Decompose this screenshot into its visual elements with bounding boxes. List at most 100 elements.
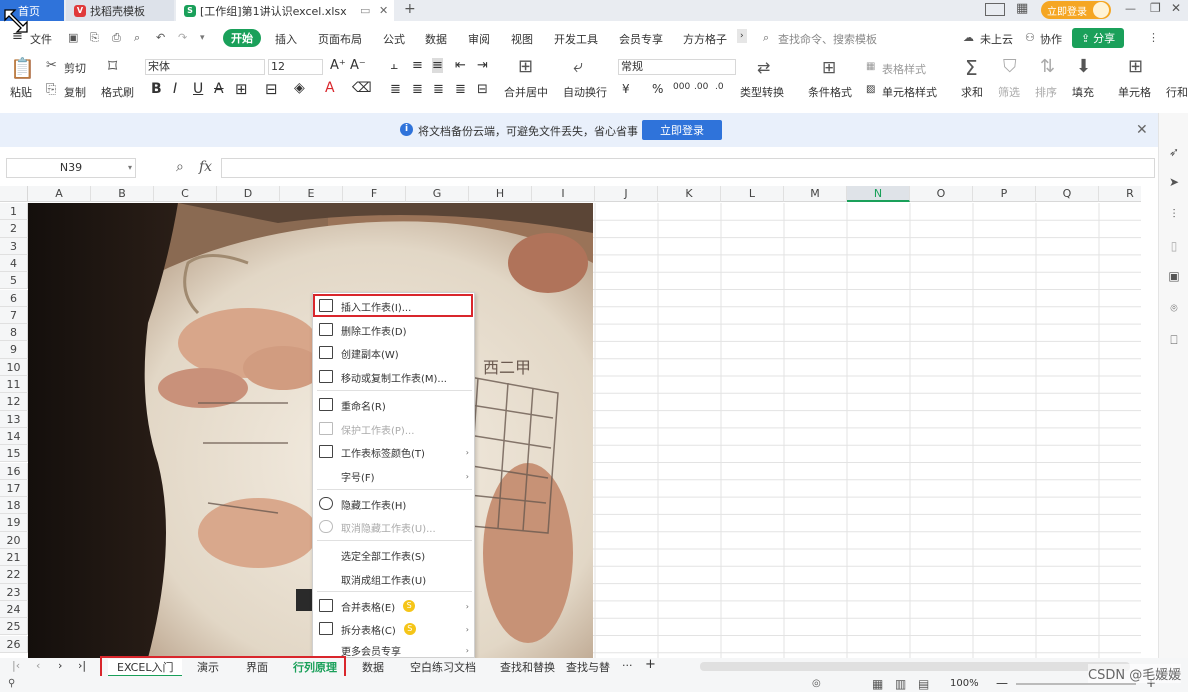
italic-icon[interactable]: I bbox=[173, 81, 177, 97]
thousands-icon[interactable]: 000 bbox=[673, 82, 690, 92]
row-header[interactable]: 21 bbox=[0, 549, 28, 567]
row-header[interactable]: 25 bbox=[0, 618, 28, 636]
bookmark-icon[interactable]: ▯ bbox=[1167, 239, 1181, 253]
row-header[interactable]: 9 bbox=[0, 341, 28, 359]
row-header[interactable]: 14 bbox=[0, 427, 28, 446]
menu-split-table[interactable]: 拆分表格(C) S › bbox=[313, 618, 474, 640]
underline-icon[interactable]: U bbox=[193, 81, 203, 97]
align-right-icon[interactable]: ≣ bbox=[433, 82, 444, 97]
menu-move-copy[interactable]: 移动或复制工作表(M)... bbox=[313, 366, 474, 388]
fill-style-icon[interactable]: ⊟ bbox=[265, 80, 278, 98]
banner-login-button[interactable]: 立即登录 bbox=[642, 120, 722, 140]
bold-icon[interactable]: B bbox=[151, 81, 162, 97]
sort-button[interactable]: 排序 bbox=[1035, 84, 1057, 100]
column-header[interactable]: M bbox=[784, 186, 847, 202]
column-header[interactable]: A bbox=[28, 186, 91, 202]
menu-protect-sheet[interactable]: 保护工作表(P)... bbox=[313, 418, 474, 440]
login-button[interactable]: 立即登录 bbox=[1041, 1, 1111, 19]
column-header[interactable]: N bbox=[847, 186, 910, 202]
share-button[interactable]: ⇪ 分享 bbox=[1072, 28, 1124, 48]
paste-button[interactable]: 粘贴 bbox=[10, 84, 32, 100]
menu-tab-color[interactable]: 工作表标签颜色(T) › bbox=[313, 441, 474, 463]
cloud-status[interactable]: 未上云 bbox=[980, 31, 1013, 47]
fill-color-icon[interactable]: ◈ bbox=[294, 80, 305, 96]
filter-button[interactable]: 筛选 bbox=[998, 84, 1020, 100]
type-convert-button[interactable]: 类型转换 bbox=[740, 84, 784, 100]
row-header[interactable]: 22 bbox=[0, 566, 28, 584]
embedded-photo[interactable]: 西二甲 bbox=[28, 203, 593, 658]
location-icon[interactable]: ⌾ bbox=[1167, 301, 1181, 315]
sheet-tab-practice[interactable]: 空白练习文档 bbox=[410, 659, 476, 675]
next-sheet-icon[interactable]: › bbox=[58, 659, 62, 672]
image-icon[interactable]: ▣ bbox=[1167, 269, 1181, 283]
row-header[interactable]: 16 bbox=[0, 462, 28, 480]
column-header[interactable]: P bbox=[973, 186, 1036, 202]
align-bottom-icon[interactable]: ≡ bbox=[432, 58, 443, 73]
zoom-level[interactable]: 100% bbox=[950, 678, 979, 689]
menu-unhide-sheet[interactable]: 取消隐藏工作表(U)... bbox=[313, 516, 474, 538]
copy-button[interactable]: 复制 bbox=[64, 84, 86, 100]
hamburger-icon[interactable]: ≡ bbox=[12, 29, 23, 44]
more-sheets-button[interactable]: ··· bbox=[622, 659, 633, 672]
column-header[interactable]: R bbox=[1099, 186, 1141, 202]
menu-review[interactable]: 审阅 bbox=[468, 31, 490, 47]
outdent-icon[interactable]: ⇤ bbox=[455, 58, 466, 73]
new-tab-icon[interactable]: + bbox=[404, 1, 416, 17]
prev-sheet-icon[interactable]: ‹ bbox=[36, 659, 40, 672]
menu-insert[interactable]: 插入 bbox=[275, 31, 297, 47]
row-header[interactable]: 23 bbox=[0, 583, 28, 601]
preview-icon[interactable]: ⌕ bbox=[134, 31, 140, 45]
name-box[interactable]: N39 ▾ bbox=[6, 158, 136, 178]
row-header[interactable]: 11 bbox=[0, 376, 28, 394]
column-header[interactable]: F bbox=[343, 186, 406, 202]
more-menu-icon[interactable]: › bbox=[737, 29, 747, 43]
format-painter-button[interactable]: 格式刷 bbox=[101, 84, 134, 100]
zoom-slider[interactable] bbox=[1016, 683, 1136, 685]
window-close-icon[interactable]: ✕ bbox=[1171, 1, 1181, 15]
maximize-icon[interactable]: ❐ bbox=[1150, 1, 1161, 15]
font-name-select[interactable]: 宋体 bbox=[145, 59, 265, 75]
pointer-icon[interactable]: ➤ bbox=[1167, 175, 1181, 189]
row-header[interactable]: 13 bbox=[0, 410, 28, 428]
undo-icon[interactable]: ↶ bbox=[156, 31, 165, 44]
menu-view[interactable]: 视图 bbox=[511, 31, 533, 47]
zoom-out-icon[interactable]: — bbox=[996, 676, 1008, 690]
tab-templates[interactable]: V 找稻壳模板 bbox=[66, 0, 174, 21]
indent-icon[interactable]: ⇥ bbox=[477, 58, 488, 73]
layout-icon[interactable] bbox=[985, 3, 1005, 16]
column-header[interactable]: Q bbox=[1036, 186, 1099, 202]
align-left-icon[interactable]: ≣ bbox=[390, 82, 401, 97]
cell-style-button[interactable]: 单元格样式 bbox=[882, 84, 937, 100]
eye-protect-icon[interactable]: ◎ bbox=[812, 678, 821, 689]
menu-ffgz[interactable]: 方方格子 bbox=[683, 31, 727, 47]
row-header[interactable]: 10 bbox=[0, 358, 28, 376]
row-header[interactable]: 4 bbox=[0, 254, 28, 273]
increase-decimal-icon[interactable]: .00 bbox=[694, 82, 708, 92]
row-header[interactable]: 20 bbox=[0, 531, 28, 549]
sheet-tab-find[interactable]: 查找与替 bbox=[566, 659, 610, 675]
table-style-button[interactable]: 表格样式 bbox=[882, 61, 926, 77]
font-shrink-icon[interactable]: A⁻ bbox=[350, 58, 366, 73]
paste-icon[interactable]: 📋 bbox=[10, 56, 35, 80]
sheet-tab-find-replace[interactable]: 查找和替换 bbox=[500, 659, 555, 675]
sheet-tab-data[interactable]: 数据 bbox=[362, 659, 384, 675]
wrap-text-button[interactable]: 自动换行 bbox=[563, 84, 607, 100]
column-header[interactable]: G bbox=[406, 186, 469, 202]
sum-button[interactable]: 求和 bbox=[961, 84, 983, 100]
decrease-decimal-icon[interactable]: .0 bbox=[715, 82, 724, 92]
justify-icon[interactable]: ≣ bbox=[455, 82, 466, 97]
add-sheet-button[interactable]: + bbox=[645, 657, 656, 672]
borders-icon[interactable]: ⊞ bbox=[235, 80, 248, 98]
row-header[interactable]: 2 bbox=[0, 220, 28, 238]
fill-button[interactable]: 填充 bbox=[1072, 84, 1094, 100]
font-color-icon[interactable]: A bbox=[325, 80, 335, 96]
row-header[interactable]: 12 bbox=[0, 393, 28, 411]
align-middle-icon[interactable]: ≡ bbox=[412, 58, 423, 73]
cell-button[interactable]: 单元格 bbox=[1118, 84, 1151, 100]
column-header[interactable]: E bbox=[280, 186, 343, 202]
row-header[interactable]: 24 bbox=[0, 600, 28, 619]
font-grow-icon[interactable]: A⁺ bbox=[330, 58, 346, 73]
distribute-icon[interactable]: ⊟ bbox=[477, 82, 488, 97]
column-header[interactable]: H bbox=[469, 186, 532, 202]
column-header[interactable]: D bbox=[217, 186, 280, 202]
